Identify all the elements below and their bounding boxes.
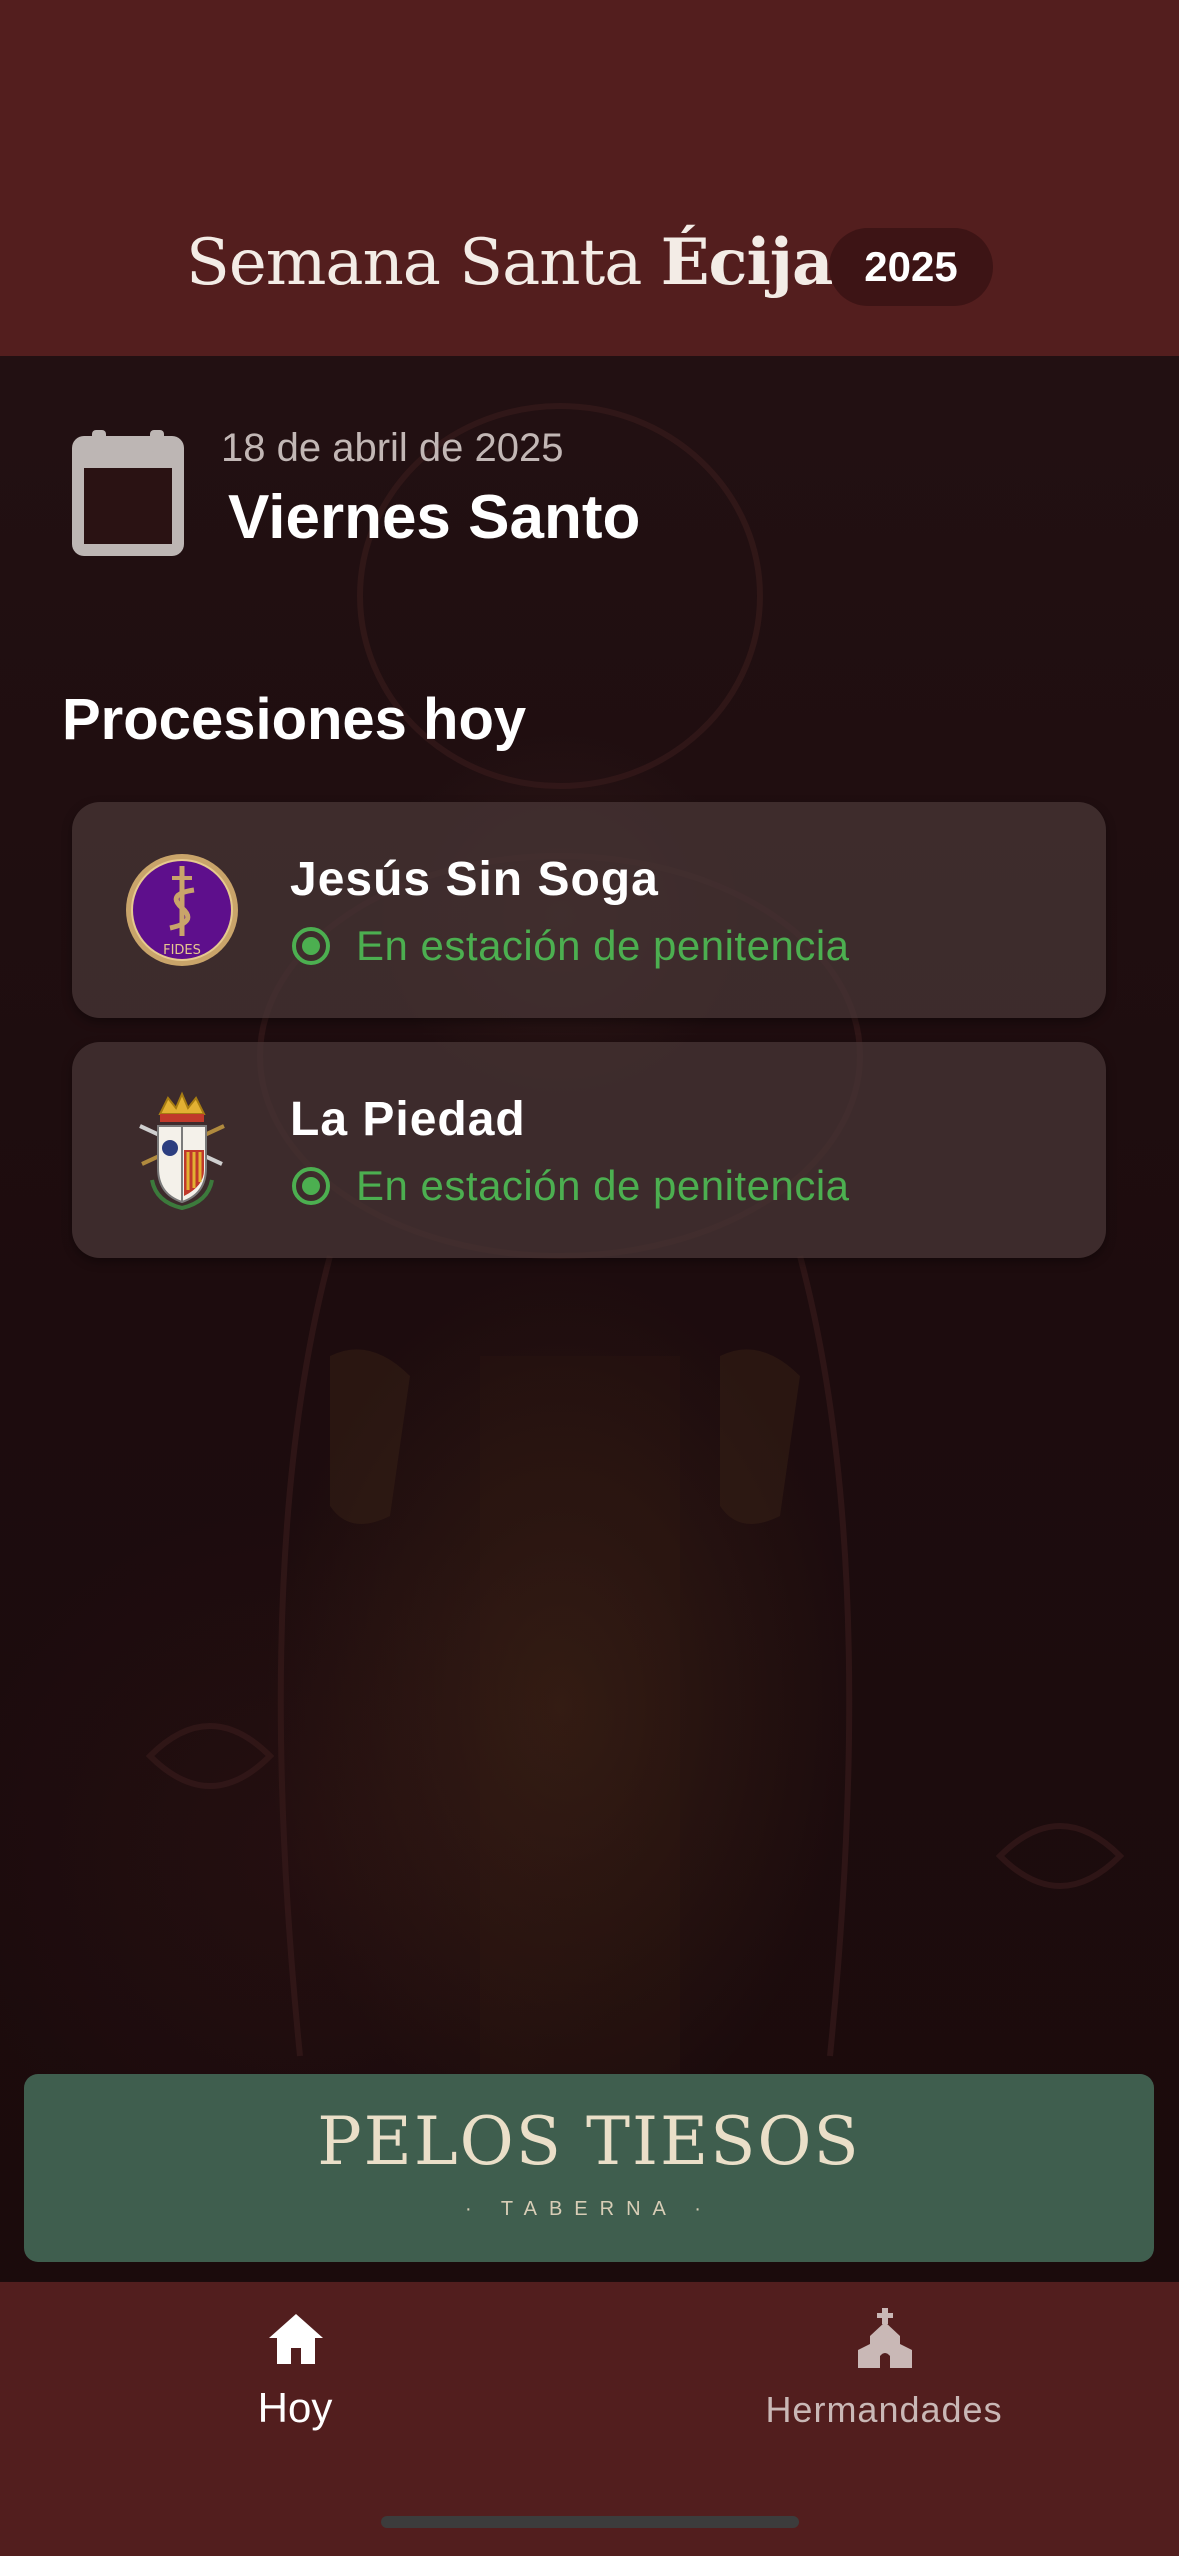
sponsor-subtitle: · TABERNA · <box>465 2198 713 2220</box>
app-screen: Semana Santa Écija 2025 18 de abril de 2… <box>0 0 1179 2556</box>
app-title-bold: Écija <box>660 225 834 300</box>
liturgical-day-name: Viernes Santo <box>228 483 641 552</box>
nav-label: Hoy <box>257 2384 333 2431</box>
sponsor-logo: PELOS TIESOS <box>317 2103 861 2180</box>
app-header: Semana Santa Écija 2025 <box>0 0 1179 356</box>
nav-label: Hermandades <box>765 2389 1003 2430</box>
nav-tab-hermandades[interactable]: Hermandades <box>684 2282 1084 2462</box>
date-day-number: 18 <box>221 426 266 470</box>
current-date: 18 de abril de 2025 <box>221 420 564 476</box>
procession-status: En estación de penitencia <box>290 1156 850 1216</box>
crest-text: FIDES <box>163 943 201 958</box>
radio-status-icon <box>292 1167 330 1205</box>
calendar-icon <box>72 430 184 556</box>
home-indicator[interactable] <box>381 2516 799 2528</box>
procession-status: En estación de penitencia <box>290 916 850 976</box>
brotherhood-crest-icon <box>139 1091 225 1210</box>
status-label: En estación de penitencia <box>356 1162 850 1209</box>
sponsor-banner[interactable]: PELOS TIESOS · TABERNA · <box>24 2074 1154 2262</box>
year-badge: 2025 <box>829 228 993 306</box>
brotherhood-crest-icon: FIDES <box>126 854 238 966</box>
app-title: Semana Santa Écija <box>186 218 834 308</box>
church-icon <box>858 2308 912 2368</box>
date-month-year: de abril de 2025 <box>265 426 564 470</box>
nav-tab-hoy[interactable]: Hoy <box>95 2282 495 2462</box>
app-title-light: Semana Santa <box>186 226 642 300</box>
bottom-navigation: Hoy Hermandades <box>0 2282 1179 2556</box>
procession-name: La Piedad <box>290 1093 526 1146</box>
procession-card[interactable]: FIDES Jesús Sin Soga En estación de peni… <box>72 802 1106 1018</box>
home-icon <box>269 2314 323 2364</box>
processions-title: Procesiones hoy <box>62 687 527 752</box>
radio-status-icon <box>292 927 330 965</box>
status-label: En estación de penitencia <box>356 922 850 969</box>
procession-name: Jesús Sin Soga <box>290 853 659 906</box>
background-image <box>0 356 1179 2281</box>
procession-card[interactable]: La Piedad En estación de penitencia <box>72 1042 1106 1258</box>
